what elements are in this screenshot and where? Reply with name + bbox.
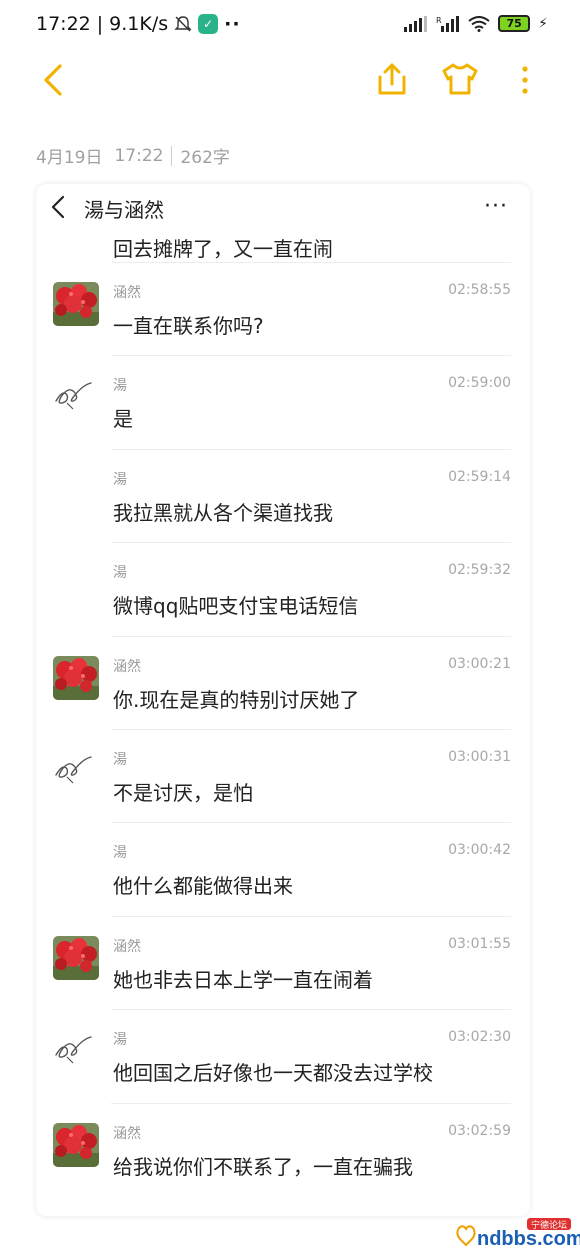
flower-avatar-icon xyxy=(53,935,99,980)
flower-avatar-icon xyxy=(53,655,99,700)
message-sender: 涵然 xyxy=(113,938,141,955)
message-divider xyxy=(111,822,511,824)
message-divider xyxy=(111,355,511,357)
message-time: 03:00:42 xyxy=(448,842,511,859)
status-left: 17:22 | 9.1K/s ✓ ·· xyxy=(36,13,241,35)
message-sender: 湯 xyxy=(113,565,127,582)
message-sender: 涵然 xyxy=(113,1125,141,1142)
message-text: 他什么都能做得出来 xyxy=(113,874,293,899)
message-divider xyxy=(111,729,511,730)
chat-message-row: 湯 03:00:31 不是讨厌，是怕 xyxy=(36,729,530,822)
chat-back-icon xyxy=(51,195,65,219)
chat-screenshot-card: 湯与涵然 ··· 回去摊牌了，又一直在闹 涵然 02:58:55 一直在联系你吗? 湯… xyxy=(36,184,530,1216)
signature-avatar-icon xyxy=(53,1033,95,1067)
note-time: 17:22 xyxy=(114,145,164,166)
note-date: 4月19日 xyxy=(36,148,103,168)
signature-avatar-icon xyxy=(53,379,95,413)
message-text: 是 xyxy=(113,407,133,432)
message-text: 一直在联系你吗? xyxy=(113,314,264,338)
chat-message-row: 湯 02:59:14 我拉黑就从各个渠道找我 xyxy=(36,448,530,542)
chat-title: 湯与涵然 xyxy=(84,198,164,222)
site-watermark: 宁德论坛 ndbbs.com xyxy=(453,1216,580,1252)
message-text: 她也非去日本上学一直在闹着 xyxy=(113,967,373,992)
message-text: 他回国之后好像也一天都没去过学校 xyxy=(113,1061,433,1086)
message-sender: 湯 xyxy=(113,752,127,768)
message-time: 02:58:55 xyxy=(448,282,511,298)
message-time: 03:00:31 xyxy=(448,749,511,765)
message-sender: 涵然 xyxy=(113,285,141,301)
notification-dots: ·· xyxy=(224,13,241,35)
message-text: 给我说你们不联系了，一直在骗我 xyxy=(113,1154,413,1179)
back-arrow-icon[interactable] xyxy=(40,62,66,98)
message-time: 03:01:55 xyxy=(448,935,511,952)
flower-avatar-icon xyxy=(53,282,99,326)
wifi-icon xyxy=(468,15,490,32)
chat-message-row: 涵然 03:01:55 她也非去日本上学一直在闹着 xyxy=(36,915,530,1009)
flower-avatar-icon xyxy=(53,1122,99,1167)
battery-indicator: 75 xyxy=(498,15,531,32)
share-icon[interactable] xyxy=(375,60,409,98)
chat-header: 湯与涵然 ··· xyxy=(36,184,530,228)
chat-more-icon: ··· xyxy=(484,194,508,219)
chat-message-row: 湯 02:59:00 是 xyxy=(36,355,530,448)
network-speed: 9.1K/s xyxy=(109,13,169,35)
message-text: 你.现在是真的特别讨厌她了 xyxy=(113,687,360,712)
meta-divider xyxy=(171,145,173,166)
signature-avatar-icon xyxy=(53,753,95,787)
message-text: 我拉黑就从各个渠道找我 xyxy=(113,500,333,525)
message-time: 02:59:14 xyxy=(448,468,511,485)
status-right: R 75 ⚡ xyxy=(404,15,548,32)
note-toolbar xyxy=(0,52,580,108)
message-sender: 湯 xyxy=(113,378,127,395)
message-time: 02:59:00 xyxy=(448,375,511,392)
status-bar: 17:22 | 9.1K/s ✓ ·· R 75 ⚡ xyxy=(0,0,580,50)
message-sender: 湯 xyxy=(113,471,127,488)
message-time: 03:00:21 xyxy=(448,655,511,672)
watermark-text: ndbbs.com xyxy=(477,1228,580,1250)
bell-muted-icon xyxy=(174,16,192,32)
message-divider xyxy=(111,635,511,637)
chat-message-row: 涵然 02:58:55 一直在联系你吗? xyxy=(36,262,530,355)
message-text: 微博qq贴吧支付宝电话短信 xyxy=(113,594,359,619)
chat-message-row: 湯 02:59:32 微博qq贴吧支付宝电话短信 xyxy=(36,542,530,635)
chat-first-message: 回去摊牌了，又一直在闹 xyxy=(113,237,333,261)
note-meta: 4月19日 17:22 262字 xyxy=(36,143,230,168)
message-divider xyxy=(111,1009,511,1011)
chat-message-row: 涵然 03:00:21 你.现在是真的特别讨厌她了 xyxy=(36,635,530,729)
charging-icon: ⚡ xyxy=(538,15,548,32)
chat-message-row: 涵然 03:02:59 给我说你们不联系了，一直在骗我 xyxy=(36,1102,530,1196)
message-text: 不是讨厌，是怕 xyxy=(113,781,253,805)
message-time: 03:02:30 xyxy=(448,1029,511,1046)
status-separator: | xyxy=(96,13,104,35)
shield-app-icon: ✓ xyxy=(198,14,219,34)
chat-message-row: 湯 03:00:42 他什么都能做得出来 xyxy=(36,822,530,915)
status-time: 17:22 xyxy=(36,13,91,35)
note-word-count: 262字 xyxy=(180,148,230,168)
chat-message-row: 湯 03:02:30 他回国之后好像也一天都没去过学校 xyxy=(36,1009,530,1102)
message-time: 03:02:59 xyxy=(448,1122,511,1139)
theme-shirt-icon[interactable] xyxy=(440,60,480,98)
message-divider xyxy=(111,1102,511,1104)
svg-text:R: R xyxy=(436,16,442,25)
message-sender: 湯 xyxy=(113,1032,127,1049)
signal-roaming-icon: R xyxy=(436,15,460,32)
message-divider xyxy=(111,262,511,263)
message-time: 02:59:32 xyxy=(448,562,511,579)
message-sender: 涵然 xyxy=(113,658,141,675)
message-divider xyxy=(111,915,511,917)
message-divider xyxy=(111,542,511,544)
signal-icon xyxy=(404,15,428,32)
message-divider xyxy=(111,448,511,450)
more-options-icon[interactable] xyxy=(515,62,535,98)
message-sender: 湯 xyxy=(113,845,127,862)
